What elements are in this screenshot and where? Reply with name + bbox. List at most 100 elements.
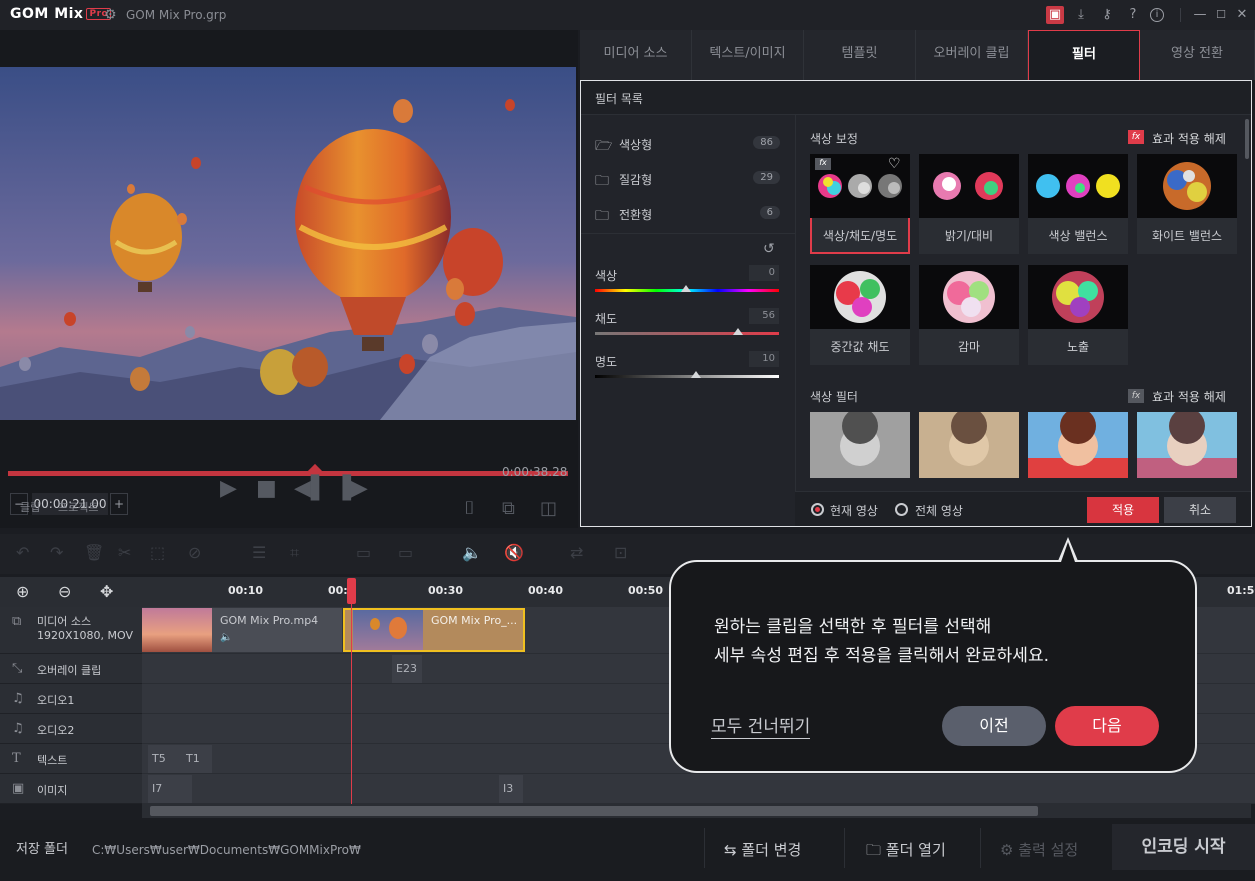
scrollbar-thumb[interactable] (1245, 119, 1249, 159)
tab-template[interactable]: 템플릿 (804, 30, 916, 80)
playhead[interactable] (351, 578, 352, 804)
change-folder-button[interactable]: ⇆ 폴더 변경 (724, 835, 801, 865)
key-icon[interactable]: ⚷ (1098, 6, 1116, 24)
filter-tile-exposure[interactable]: 노출 (1028, 265, 1128, 365)
ruler-tick: 01:50 (1227, 584, 1255, 597)
tab-transition[interactable]: 영상 전환 (1140, 30, 1255, 80)
delete-icon[interactable]: 🗑 (84, 543, 104, 562)
color-filter-thumb-cool[interactable] (1137, 412, 1237, 478)
download-icon[interactable]: ⤓ (1072, 6, 1090, 24)
remove-effect-link[interactable]: 효과 적용 해제 (1152, 388, 1226, 405)
radio-all-videos[interactable] (895, 503, 908, 516)
skip-all-link[interactable]: 모두 건너뛰기 (711, 712, 811, 739)
filter-thumbnail (810, 265, 910, 329)
overlay-clip-chip[interactable]: E23 (392, 655, 422, 683)
folder-icon: 🗀 (595, 173, 609, 189)
help-icon[interactable]: ? (1124, 6, 1142, 24)
clip-mode-tab[interactable]: 클립 (20, 499, 40, 515)
filter-tile-gamma[interactable]: 감마 (919, 265, 1019, 365)
cut-icon[interactable]: ✂ (118, 543, 131, 562)
maximize-icon[interactable]: ☐ (1212, 6, 1230, 24)
start-encoding-button[interactable]: 인코딩 시작 (1112, 824, 1255, 870)
fit-icon[interactable]: ✥ (100, 582, 113, 601)
gift-icon[interactable]: ▣ (1046, 6, 1064, 24)
output-settings-button[interactable]: ⚙ 출력 설정 (1000, 835, 1078, 865)
filter-tile-hue-sat-light[interactable]: fx ♡ 색상/채도/명도 (810, 154, 910, 254)
slider-thumb[interactable] (733, 328, 743, 335)
filter-tile-midtone-saturation[interactable]: 중간값 채도 (810, 265, 910, 365)
category-color[interactable]: 🗁 색상형 86 (595, 134, 780, 154)
redo-icon[interactable]: ↷ (50, 543, 63, 562)
tab-filter[interactable]: 필터 (1028, 30, 1140, 80)
slider-value[interactable]: 56 (749, 308, 779, 324)
video-preview[interactable] (0, 67, 576, 420)
zoom-in-icon[interactable]: ⊕ (16, 582, 29, 601)
category-texture[interactable]: 🗀 질감형 29 (595, 169, 780, 189)
remove-range-icon[interactable]: ⊘ (188, 543, 201, 562)
scrollbar-thumb[interactable] (150, 806, 1038, 816)
slider-track[interactable] (595, 332, 779, 335)
crop-preview-icon[interactable]: ◫ (540, 498, 557, 519)
close-icon[interactable]: ✕ (1233, 6, 1251, 24)
tab-text-image[interactable]: 텍스트/이미지 (692, 30, 804, 80)
volume-icon[interactable]: 🔈 (462, 543, 482, 562)
category-transition[interactable]: 🗀 전환형 6 (595, 204, 780, 224)
tutorial-popup: 원하는 클립을 선택한 후 필터를 선택해 세부 속성 편집 후 적용을 클릭해… (669, 560, 1197, 773)
radio-current-video[interactable] (811, 503, 824, 516)
seek-bar[interactable] (8, 471, 568, 476)
image-clip-chip[interactable]: I7 (148, 775, 192, 803)
filter-tile-label: 노출 (1066, 340, 1090, 354)
heart-icon[interactable]: ♡ (888, 156, 901, 172)
prev-button[interactable]: 이전 (942, 706, 1046, 746)
select-range-icon[interactable]: ⬚ (150, 543, 165, 562)
playhead-handle[interactable] (347, 578, 356, 604)
lane-image[interactable] (142, 774, 1255, 804)
next-frame-icon[interactable]: ▐▶ (334, 476, 368, 501)
crop-icon[interactable]: ⌗ (290, 543, 299, 563)
apply-button[interactable]: 적용 (1087, 497, 1159, 523)
undo-icon[interactable]: ↶ (16, 543, 29, 562)
info-icon[interactable]: i (1150, 8, 1164, 22)
filter-thumbnail (919, 154, 1019, 218)
swap-icon[interactable]: ⇄ (570, 543, 583, 562)
project-mode-tab[interactable]: 프로젝트 (58, 499, 98, 515)
slider-track[interactable] (595, 375, 779, 378)
media-clip-2-selected[interactable]: GOM Mix Pro_... (343, 608, 525, 652)
filter-tile-white-balance[interactable]: 화이트 밸런스 (1137, 154, 1237, 254)
snapshot-icon[interactable]: ⌷ (464, 498, 475, 519)
minimize-icon[interactable]: — (1191, 6, 1209, 24)
reset-icon[interactable]: ↺ (763, 241, 775, 257)
mute-icon[interactable]: 🔇 (504, 543, 524, 562)
time-increment-button[interactable]: + (110, 493, 128, 515)
color-filter-thumb-vivid[interactable] (1028, 412, 1128, 478)
remove-effect-link[interactable]: 효과 적용 해제 (1152, 130, 1226, 147)
slider-thumb[interactable] (691, 371, 701, 378)
stop-icon[interactable]: ■ (256, 476, 277, 501)
image-edit-icon[interactable]: ▭ (398, 543, 413, 562)
prev-frame-icon[interactable]: ◀▌ (294, 476, 328, 501)
next-button[interactable]: 다음 (1055, 706, 1159, 746)
zoom-out-icon[interactable]: ⊖ (58, 582, 71, 601)
media-clip-1[interactable]: GOM Mix Pro.mp4 🔈 (142, 608, 342, 652)
record-icon[interactable]: ⊡ (614, 543, 627, 562)
image-icon[interactable]: ▭ (356, 543, 371, 562)
play-icon[interactable]: ▶ (220, 476, 237, 501)
slider-value[interactable]: 0 (749, 265, 779, 281)
slider-value[interactable]: 10 (749, 351, 779, 367)
text-clip-chip[interactable]: T5 (148, 745, 182, 773)
adjust-icon[interactable]: ☰ (252, 543, 266, 562)
filter-tile-color-balance[interactable]: 색상 밸런스 (1028, 154, 1128, 254)
color-filter-thumb-sepia[interactable] (919, 412, 1019, 478)
image-clip-chip[interactable]: I3 (499, 775, 523, 803)
slider-thumb[interactable] (681, 285, 691, 292)
open-folder-button[interactable]: 🗀 폴더 열기 (866, 835, 946, 865)
text-clip-chip[interactable]: T1 (182, 745, 212, 773)
timeline-scrollbar[interactable] (142, 804, 1251, 818)
tab-media-source[interactable]: 미디어 소스 (580, 30, 692, 80)
filter-tile-brightness-contrast[interactable]: 밝기/대비 (919, 154, 1019, 254)
color-filter-thumb-grayscale[interactable] (810, 412, 910, 478)
tab-overlay-clip[interactable]: 오버레이 클립 (916, 30, 1028, 80)
split-icon[interactable]: ⧉ (502, 498, 515, 519)
cancel-button[interactable]: 취소 (1164, 497, 1236, 523)
settings-gear-icon[interactable]: ⚙ (104, 7, 120, 23)
